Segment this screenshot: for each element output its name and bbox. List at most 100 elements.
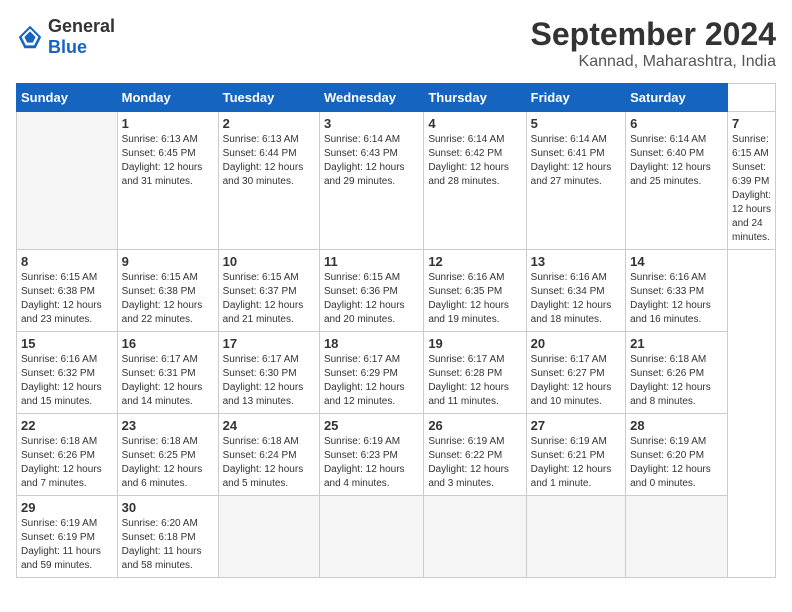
day-number: 19: [428, 336, 521, 351]
day-info: Sunrise: 6:14 AMSunset: 6:40 PMDaylight:…: [630, 133, 723, 189]
calendar-cell: 25 Sunrise: 6:19 AMSunset: 6:23 PMDayligh…: [319, 414, 423, 496]
day-number: 30: [122, 500, 214, 515]
day-info: Sunrise: 6:14 AMSunset: 6:41 PMDaylight:…: [531, 133, 621, 189]
calendar-week-row: 29Sunrise: 6:19 AMSunset: 6:19 PMDayligh…: [17, 496, 776, 578]
day-header-wednesday: Wednesday: [319, 84, 423, 112]
day-number: 14: [630, 254, 723, 269]
day-number: 12: [428, 254, 521, 269]
calendar-cell: 23 Sunrise: 6:18 AMSunset: 6:25 PMDayligh…: [117, 414, 218, 496]
day-header-friday: Friday: [526, 84, 625, 112]
day-number: 6: [630, 116, 723, 131]
day-header-tuesday: Tuesday: [218, 84, 319, 112]
day-number: 10: [223, 254, 315, 269]
day-info: Sunrise: 6:19 AMSunset: 6:21 PMDaylight:…: [531, 435, 621, 491]
calendar-cell: 17 Sunrise: 6:17 AMSunset: 6:30 PMDayligh…: [218, 332, 319, 414]
day-number: 11: [324, 254, 419, 269]
day-number: 22: [21, 418, 113, 433]
day-info: Sunrise: 6:15 AMSunset: 6:37 PMDaylight:…: [223, 271, 315, 327]
day-number: 23: [122, 418, 214, 433]
calendar-cell: 29Sunrise: 6:19 AMSunset: 6:19 PMDayligh…: [17, 496, 118, 578]
day-number: 27: [531, 418, 621, 433]
day-number: 1: [122, 116, 214, 131]
day-number: 15: [21, 336, 113, 351]
day-info: Sunrise: 6:20 AMSunset: 6:18 PMDaylight:…: [122, 517, 214, 573]
day-number: 4: [428, 116, 521, 131]
calendar-cell: 30 Sunrise: 6:20 AMSunset: 6:18 PMDayligh…: [117, 496, 218, 578]
day-number: 21: [630, 336, 723, 351]
calendar-cell: 1 Sunrise: 6:13 AMSunset: 6:45 PMDaylight…: [117, 112, 218, 250]
day-info: Sunrise: 6:17 AMSunset: 6:30 PMDaylight:…: [223, 353, 315, 409]
calendar-cell: 21 Sunrise: 6:18 AMSunset: 6:26 PMDayligh…: [626, 332, 728, 414]
calendar-cell: 26 Sunrise: 6:19 AMSunset: 6:22 PMDayligh…: [424, 414, 526, 496]
day-number: 8: [21, 254, 113, 269]
day-number: 28: [630, 418, 723, 433]
calendar-cell: 11 Sunrise: 6:15 AMSunset: 6:36 PMDayligh…: [319, 250, 423, 332]
day-header-thursday: Thursday: [424, 84, 526, 112]
day-number: 18: [324, 336, 419, 351]
logo-blue: Blue: [48, 37, 87, 57]
day-number: 7: [732, 116, 771, 131]
day-info: Sunrise: 6:13 AMSunset: 6:45 PMDaylight:…: [122, 133, 214, 189]
day-info: Sunrise: 6:19 AMSunset: 6:22 PMDaylight:…: [428, 435, 521, 491]
calendar-cell: 12 Sunrise: 6:16 AMSunset: 6:35 PMDayligh…: [424, 250, 526, 332]
day-info: Sunrise: 6:15 AMSunset: 6:39 PMDaylight:…: [732, 133, 771, 245]
calendar-cell: 8Sunrise: 6:15 AMSunset: 6:38 PMDaylight…: [17, 250, 118, 332]
calendar-cell: 16 Sunrise: 6:17 AMSunset: 6:31 PMDayligh…: [117, 332, 218, 414]
calendar-cell: 27 Sunrise: 6:19 AMSunset: 6:21 PMDayligh…: [526, 414, 625, 496]
day-number: 13: [531, 254, 621, 269]
day-number: 17: [223, 336, 315, 351]
logo-text: General Blue: [48, 16, 115, 58]
calendar-week-row: 15Sunrise: 6:16 AMSunset: 6:32 PMDayligh…: [17, 332, 776, 414]
calendar-cell: 9 Sunrise: 6:15 AMSunset: 6:38 PMDaylight…: [117, 250, 218, 332]
calendar-cell: 4 Sunrise: 6:14 AMSunset: 6:42 PMDaylight…: [424, 112, 526, 250]
calendar-cell: [424, 496, 526, 578]
location-title: Kannad, Maharashtra, India: [531, 53, 776, 71]
day-info: Sunrise: 6:16 AMSunset: 6:33 PMDaylight:…: [630, 271, 723, 327]
day-info: Sunrise: 6:17 AMSunset: 6:29 PMDaylight:…: [324, 353, 419, 409]
day-info: Sunrise: 6:18 AMSunset: 6:26 PMDaylight:…: [21, 435, 113, 491]
day-info: Sunrise: 6:16 AMSunset: 6:35 PMDaylight:…: [428, 271, 521, 327]
calendar-cell: 22 Sunrise: 6:18 AMSunset: 6:26 PMDayligh…: [17, 414, 118, 496]
day-info: Sunrise: 6:14 AMSunset: 6:42 PMDaylight:…: [428, 133, 521, 189]
calendar-cell: [218, 496, 319, 578]
day-info: Sunrise: 6:18 AMSunset: 6:24 PMDaylight:…: [223, 435, 315, 491]
day-info: Sunrise: 6:15 AMSunset: 6:38 PMDaylight:…: [122, 271, 214, 327]
calendar-cell: [17, 112, 118, 250]
day-info: Sunrise: 6:19 AMSunset: 6:23 PMDaylight:…: [324, 435, 419, 491]
day-number: 29: [21, 500, 113, 515]
calendar-table: SundayMondayTuesdayWednesdayThursdayFrid…: [16, 83, 776, 578]
calendar-cell: 13 Sunrise: 6:16 AMSunset: 6:34 PMDayligh…: [526, 250, 625, 332]
day-info: Sunrise: 6:17 AMSunset: 6:31 PMDaylight:…: [122, 353, 214, 409]
calendar-cell: 5 Sunrise: 6:14 AMSunset: 6:41 PMDaylight…: [526, 112, 625, 250]
day-header-monday: Monday: [117, 84, 218, 112]
day-info: Sunrise: 6:16 AMSunset: 6:34 PMDaylight:…: [531, 271, 621, 327]
day-number: 9: [122, 254, 214, 269]
calendar-cell: 7 Sunrise: 6:15 AMSunset: 6:39 PMDaylight…: [728, 112, 776, 250]
day-header-sunday: Sunday: [17, 84, 118, 112]
month-title: September 2024: [531, 16, 776, 53]
calendar-week-row: 22 Sunrise: 6:18 AMSunset: 6:26 PMDayligh…: [17, 414, 776, 496]
calendar-cell: 24Sunrise: 6:18 AMSunset: 6:24 PMDayligh…: [218, 414, 319, 496]
day-number: 26: [428, 418, 521, 433]
day-info: Sunrise: 6:15 AMSunset: 6:36 PMDaylight:…: [324, 271, 419, 327]
logo-general: General: [48, 16, 115, 36]
calendar-cell: [319, 496, 423, 578]
day-info: Sunrise: 6:18 AMSunset: 6:26 PMDaylight:…: [630, 353, 723, 409]
calendar-week-row: 8 Sunrise: 6:15 AMSunset: 6:38 PMDaylight…: [17, 250, 776, 332]
day-number: 20: [531, 336, 621, 351]
day-number: 5: [531, 116, 621, 131]
day-number: 25: [324, 418, 419, 433]
calendar-cell: 19 Sunrise: 6:17 AMSunset: 6:28 PMDayligh…: [424, 332, 526, 414]
title-block: September 2024 Kannad, Maharashtra, Indi…: [531, 16, 776, 71]
calendar-cell: [526, 496, 625, 578]
calendar-cell: 14 Sunrise: 6:16 AMSunset: 6:33 PMDayligh…: [626, 250, 728, 332]
calendar-cell: 20 Sunrise: 6:17 AMSunset: 6:27 PMDayligh…: [526, 332, 625, 414]
day-info: Sunrise: 6:14 AMSunset: 6:43 PMDaylight:…: [324, 133, 419, 189]
day-info: Sunrise: 6:17 AMSunset: 6:28 PMDaylight:…: [428, 353, 521, 409]
day-number: 16: [122, 336, 214, 351]
calendar-header-row: SundayMondayTuesdayWednesdayThursdayFrid…: [17, 84, 776, 112]
calendar-cell: 28Sunrise: 6:19 AMSunset: 6:20 PMDayligh…: [626, 414, 728, 496]
day-info: Sunrise: 6:17 AMSunset: 6:27 PMDaylight:…: [531, 353, 621, 409]
day-info: Sunrise: 6:18 AMSunset: 6:25 PMDaylight:…: [122, 435, 214, 491]
calendar-cell: 10 Sunrise: 6:15 AMSunset: 6:37 PMDayligh…: [218, 250, 319, 332]
